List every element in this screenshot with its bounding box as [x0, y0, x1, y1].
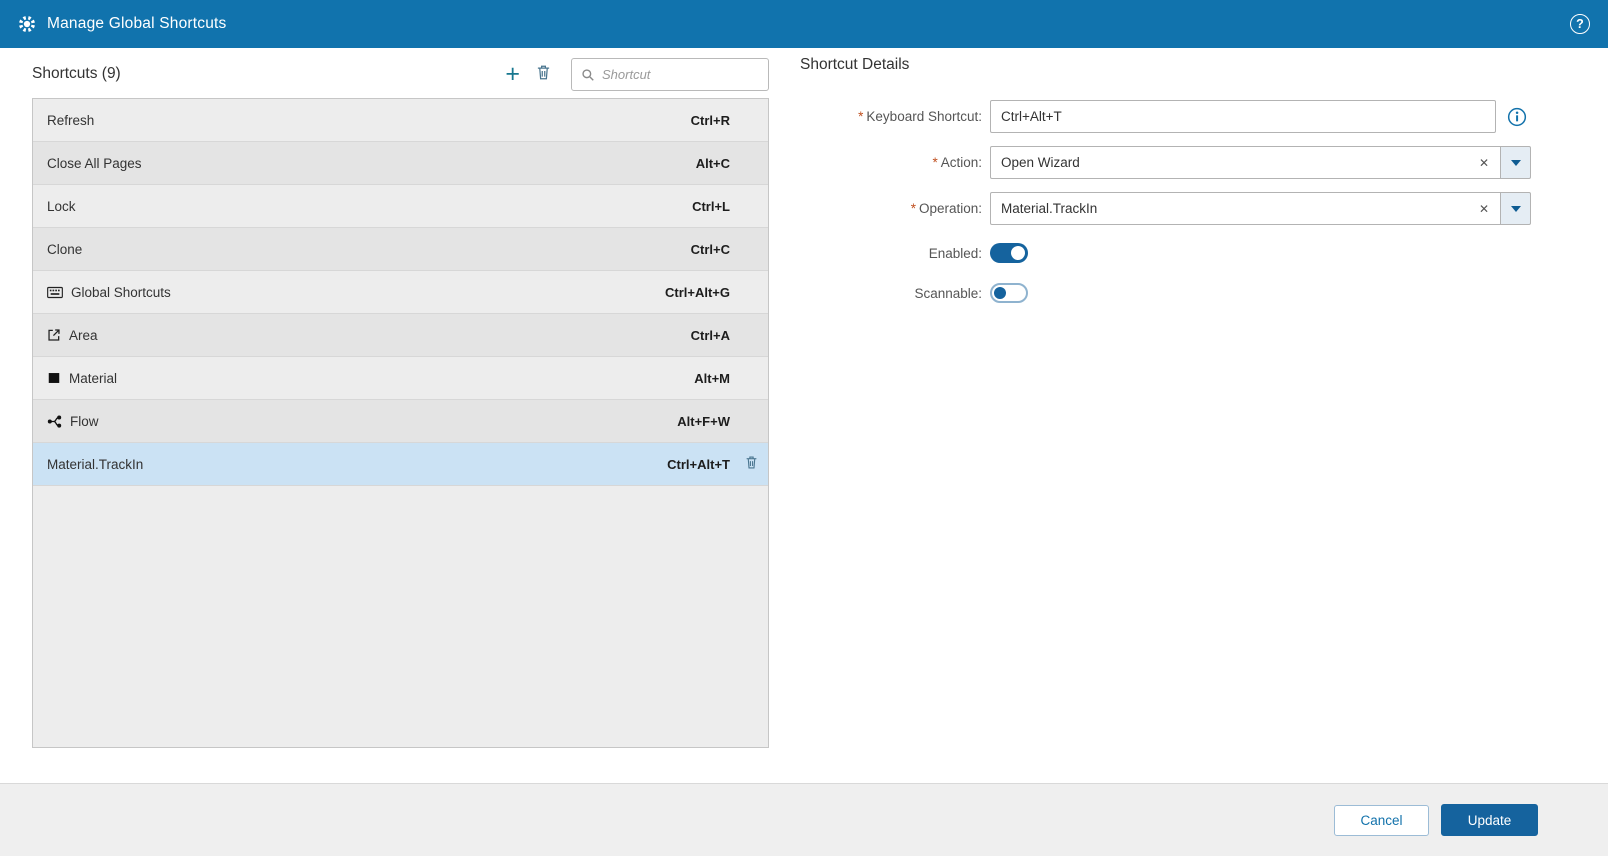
- list-item[interactable]: Close All Pages Alt+C: [33, 142, 768, 185]
- operation-combobox: ✕: [990, 192, 1531, 225]
- clear-icon[interactable]: ✕: [1479, 203, 1489, 215]
- operation-field: *Operation: ✕: [800, 192, 1592, 225]
- cancel-button[interactable]: Cancel: [1334, 805, 1429, 836]
- shortcuts-panel-header: Shortcuts (9) +: [32, 56, 769, 92]
- list-item[interactable]: Flow Alt+F+W: [33, 400, 768, 443]
- required-asterisk: *: [911, 201, 916, 216]
- required-asterisk: *: [858, 109, 863, 124]
- clear-icon[interactable]: ✕: [1479, 157, 1489, 169]
- shortcut-keys: Alt+C: [696, 156, 730, 171]
- update-button[interactable]: Update: [1441, 804, 1538, 836]
- add-shortcut-button[interactable]: +: [497, 64, 528, 84]
- shortcuts-count-title: Shortcuts (9): [32, 65, 497, 83]
- operation-input[interactable]: [990, 192, 1501, 225]
- shortcut-name: Lock: [47, 199, 76, 214]
- operation-label: *Operation:: [800, 201, 990, 216]
- help-icon[interactable]: ?: [1570, 14, 1590, 34]
- required-asterisk: *: [932, 155, 937, 170]
- action-label: *Action:: [800, 155, 990, 170]
- shortcut-keys: Ctrl+R: [691, 113, 730, 128]
- shortcut-name: Material.TrackIn: [47, 457, 143, 472]
- list-item[interactable]: Global Shortcuts Ctrl+Alt+G: [33, 271, 768, 314]
- open-in-new-icon: [47, 328, 61, 342]
- operation-dropdown-button[interactable]: [1500, 192, 1531, 225]
- scannable-label: Scannable:: [800, 286, 990, 301]
- topbar: Manage Global Shortcuts ?: [0, 0, 1608, 48]
- toggle-knob: [994, 287, 1006, 299]
- shortcut-name: Material: [69, 371, 117, 386]
- shortcut-name: Refresh: [47, 113, 94, 128]
- enabled-field: Enabled:: [800, 241, 1592, 265]
- list-item[interactable]: Clone Ctrl+C: [33, 228, 768, 271]
- material-square-icon: [47, 371, 61, 385]
- keyboard-icon: [47, 286, 63, 299]
- enabled-label: Enabled:: [800, 246, 990, 261]
- gear-icon: [18, 15, 36, 33]
- shortcut-name: Flow: [70, 414, 99, 429]
- shortcut-keys: Alt+M: [694, 371, 730, 386]
- chevron-down-icon: [1511, 160, 1521, 166]
- list-item[interactable]: Lock Ctrl+L: [33, 185, 768, 228]
- action-combobox: ✕: [990, 146, 1531, 179]
- info-icon[interactable]: [1507, 107, 1527, 127]
- shortcuts-panel: Shortcuts (9) + Refresh Ctrl+R: [32, 56, 769, 748]
- scannable-toggle[interactable]: [990, 283, 1028, 303]
- scannable-field: Scannable:: [800, 281, 1592, 305]
- search-input[interactable]: [602, 59, 768, 90]
- shortcuts-list: Refresh Ctrl+R Close All Pages Alt+C Loc…: [32, 98, 769, 748]
- action-input[interactable]: [990, 146, 1501, 179]
- keyboard-shortcut-field: *Keyboard Shortcut:: [800, 100, 1592, 133]
- trash-icon: [536, 64, 551, 84]
- page-title: Manage Global Shortcuts: [47, 15, 227, 33]
- list-item[interactable]: Material Alt+M: [33, 357, 768, 400]
- list-item-selected[interactable]: Material.TrackIn Ctrl+Alt+T: [33, 443, 768, 486]
- shortcut-search-box: [571, 58, 769, 91]
- toggle-knob: [1011, 246, 1025, 260]
- row-delete-button[interactable]: [745, 455, 758, 473]
- shortcut-keys: Ctrl+Alt+T: [667, 457, 730, 472]
- shortcut-name: Clone: [47, 242, 82, 257]
- action-dropdown-button[interactable]: [1500, 146, 1531, 179]
- keyboard-shortcut-label: *Keyboard Shortcut:: [800, 109, 990, 124]
- shortcut-keys: Alt+F+W: [677, 414, 730, 429]
- enabled-toggle[interactable]: [990, 243, 1028, 263]
- shortcut-name: Area: [69, 328, 98, 343]
- footer: Cancel Update: [0, 783, 1608, 856]
- shortcut-name: Global Shortcuts: [71, 285, 171, 300]
- action-field: *Action: ✕: [800, 146, 1592, 179]
- list-item[interactable]: Area Ctrl+A: [33, 314, 768, 357]
- search-icon: [581, 68, 595, 87]
- delete-shortcut-button[interactable]: [528, 64, 559, 84]
- shortcut-name: Close All Pages: [47, 156, 142, 171]
- details-title: Shortcut Details: [800, 56, 1592, 74]
- details-panel: Shortcut Details *Keyboard Shortcut: *Ac…: [800, 56, 1592, 315]
- shortcut-keys: Ctrl+Alt+G: [665, 285, 730, 300]
- shortcut-keys: Ctrl+C: [691, 242, 730, 257]
- list-item[interactable]: Refresh Ctrl+R: [33, 99, 768, 142]
- flow-icon: [47, 414, 62, 429]
- plus-icon: +: [505, 64, 520, 84]
- shortcut-keys: Ctrl+L: [692, 199, 730, 214]
- keyboard-shortcut-input[interactable]: [990, 100, 1496, 133]
- chevron-down-icon: [1511, 206, 1521, 212]
- shortcut-keys: Ctrl+A: [691, 328, 730, 343]
- trash-icon: [745, 455, 758, 473]
